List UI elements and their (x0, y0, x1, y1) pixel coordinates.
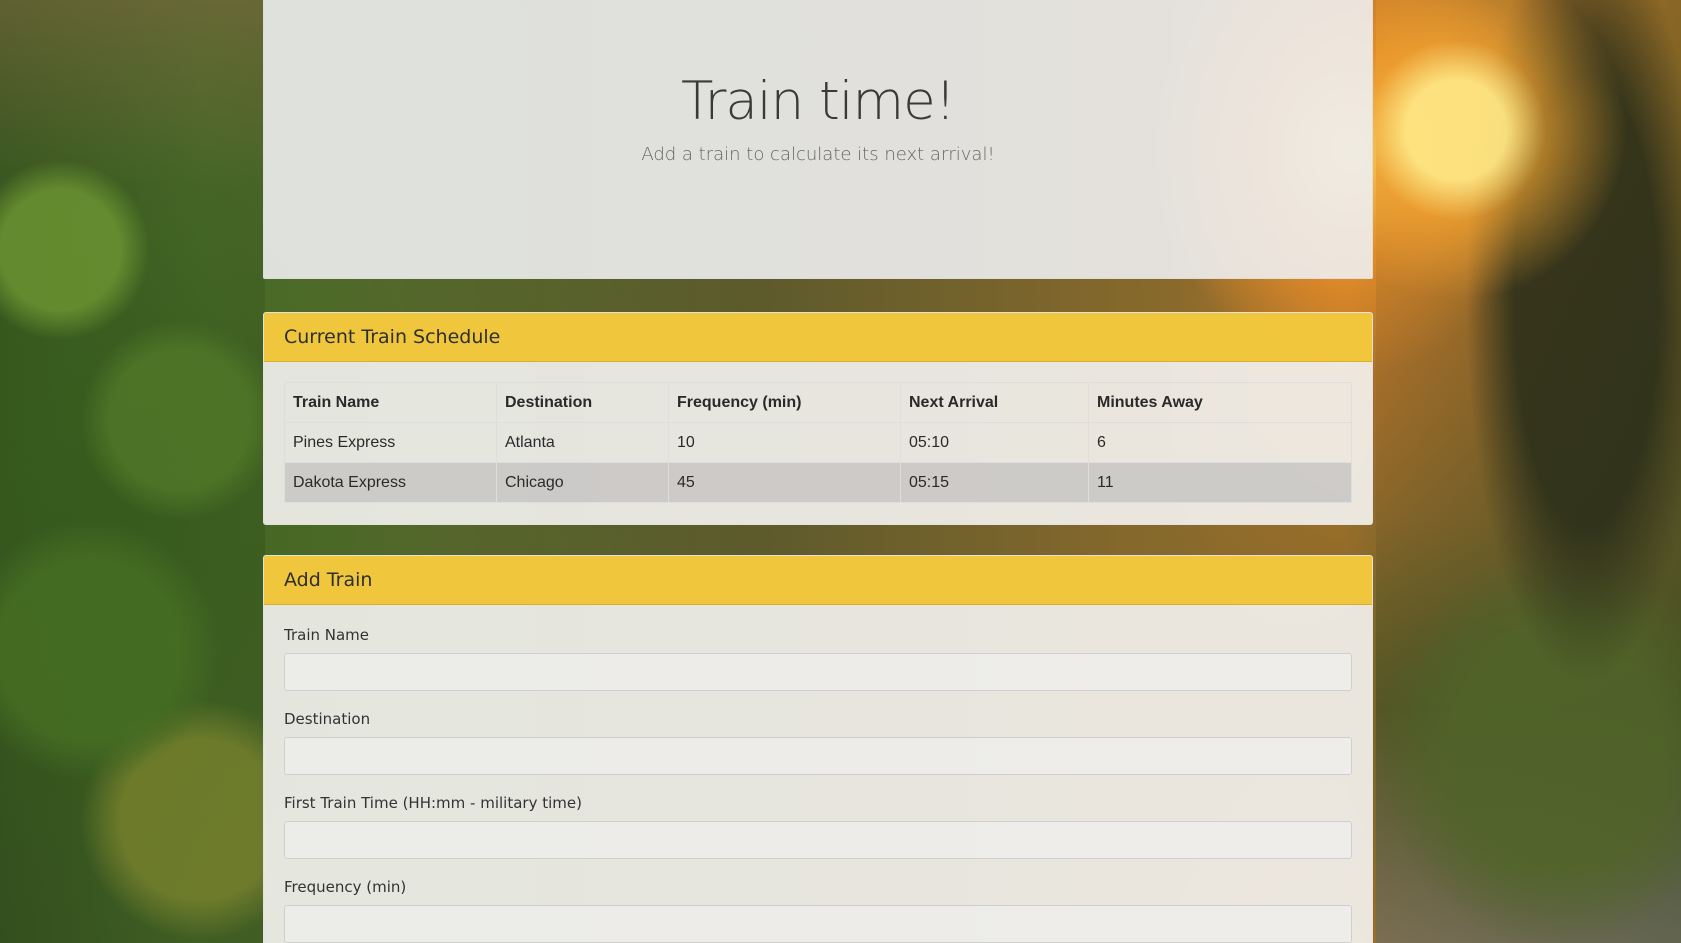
page-subtitle: Add a train to calculate its next arriva… (641, 144, 995, 165)
cell-destination: Chicago (496, 462, 669, 503)
add-train-heading: Add Train (284, 569, 373, 591)
main-container: Train time! Add a train to calculate its… (263, 0, 1373, 943)
form-group-first-train-time: First Train Time (HH:mm - military time) (284, 794, 1352, 859)
cell-minutes-away: 11 (1088, 462, 1352, 503)
column-header-destination: Destination (496, 382, 669, 423)
add-train-panel: Add Train Train Name Destination First T… (263, 555, 1373, 943)
cell-destination: Atlanta (496, 422, 669, 463)
table-row: Pines Express Atlanta 10 05:10 6 (284, 422, 1352, 463)
schedule-panel-body: Train Name Destination Frequency (min) N… (264, 362, 1372, 524)
schedule-heading: Current Train Schedule (284, 326, 501, 348)
destination-label: Destination (284, 710, 371, 728)
cell-next-arrival: 05:15 (900, 462, 1089, 503)
background-right-trees (1376, 0, 1681, 943)
cell-next-arrival: 05:10 (900, 422, 1089, 463)
form-group-destination: Destination (284, 710, 1352, 775)
frequency-input[interactable] (284, 905, 1352, 943)
column-header-train-name: Train Name (284, 382, 497, 423)
cell-train-name: Dakota Express (284, 462, 497, 503)
frequency-label: Frequency (min) (284, 878, 407, 896)
train-schedule-table: Train Name Destination Frequency (min) N… (284, 382, 1352, 503)
background-left-foliage (0, 0, 265, 943)
first-train-time-label: First Train Time (HH:mm - military time) (284, 794, 582, 812)
column-header-minutes-away: Minutes Away (1088, 382, 1352, 423)
page-title: Train time! (680, 71, 956, 132)
cell-train-name: Pines Express (284, 422, 497, 463)
column-header-next-arrival: Next Arrival (900, 382, 1089, 423)
cell-minutes-away: 6 (1088, 422, 1352, 463)
destination-input[interactable] (284, 737, 1352, 775)
schedule-panel: Current Train Schedule Train Name Destin… (263, 312, 1373, 525)
cell-frequency: 45 (668, 462, 901, 503)
table-header-row: Train Name Destination Frequency (min) N… (284, 382, 1352, 423)
jumbotron: Train time! Add a train to calculate its… (263, 0, 1373, 279)
column-header-frequency: Frequency (min) (668, 382, 901, 423)
table-row: Dakota Express Chicago 45 05:15 11 (284, 462, 1352, 503)
train-name-input[interactable] (284, 653, 1352, 691)
train-name-label: Train Name (284, 626, 370, 644)
form-group-train-name: Train Name (284, 626, 1352, 691)
add-train-form: Train Name Destination First Train Time … (264, 605, 1372, 943)
first-train-time-input[interactable] (284, 821, 1352, 859)
cell-frequency: 10 (668, 422, 901, 463)
form-group-frequency: Frequency (min) (284, 878, 1352, 943)
schedule-panel-header: Current Train Schedule (264, 313, 1372, 362)
add-train-panel-header: Add Train (264, 556, 1372, 605)
